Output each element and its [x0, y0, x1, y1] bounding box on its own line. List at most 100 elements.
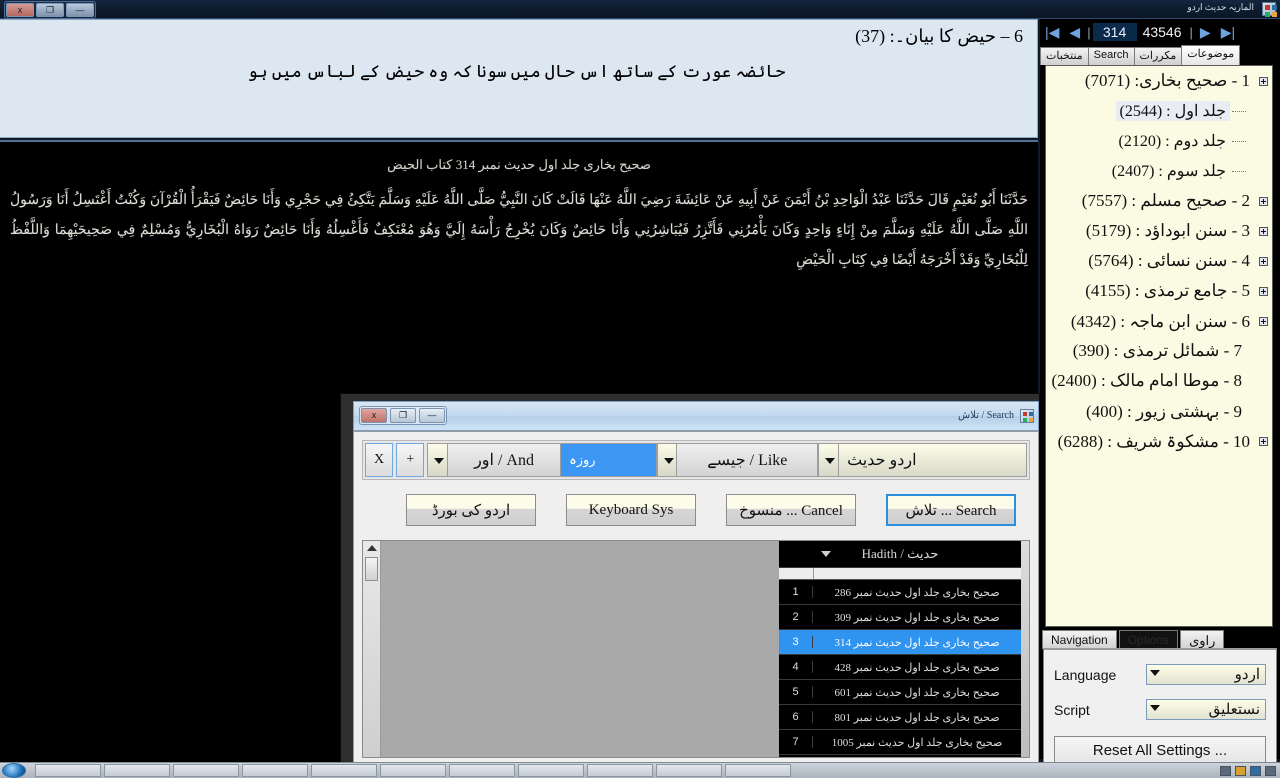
results-vertical-scrollbar[interactable]	[363, 541, 381, 757]
urdu-keyboard-button[interactable]: اردو کی بورڈ	[406, 494, 536, 526]
sort-arrow-icon[interactable]	[821, 551, 831, 557]
taskbar-item[interactable]	[380, 764, 446, 777]
language-select[interactable]: اردو	[1146, 664, 1266, 685]
sidebar-tab-muntakhabat[interactable]: منتخبات	[1040, 47, 1089, 65]
tree-item-label: 8 - موطا امام مالک : (2400)	[1051, 371, 1242, 390]
taskbar-item[interactable]	[173, 764, 239, 777]
tree-item-bukhari-vol2[interactable]: جلد دوم : (2120)	[1046, 126, 1272, 156]
dialog-close-button[interactable]: x	[361, 408, 387, 423]
minimize-button[interactable]: —	[66, 3, 94, 17]
reset-all-settings-button[interactable]: Reset All Settings ...	[1054, 736, 1266, 764]
scroll-up-icon[interactable]	[367, 545, 377, 551]
table-row[interactable]: صحیح بخاری جلد اول حدیث نمبر 309 2	[779, 605, 1021, 630]
tree-item-bukhari-vol3[interactable]: جلد سوم : (2407)	[1046, 156, 1272, 186]
results-header-label: حدیث / Hadith	[861, 546, 939, 561]
table-row[interactable]: صحیح بخاری جلد اول حدیث نمبر 428 4	[779, 655, 1021, 680]
table-row[interactable]: صحیح بخاری جلد اول حدیث نمبر 314 3	[779, 630, 1021, 655]
taskbar-item[interactable]	[311, 764, 377, 777]
tab-navigation[interactable]: Navigation	[1042, 630, 1117, 649]
tree-item-shamail-tirmidhi[interactable]: 7 - شمائل ترمذی : (390)	[1046, 336, 1272, 366]
expand-icon[interactable]	[1259, 226, 1268, 236]
sidebar: |◀ ◀ | 314 43546 | ▶ ▶| منتخبات Search م…	[1040, 19, 1280, 778]
sidebar-tab-mauzuaat[interactable]: موضوعات	[1181, 45, 1241, 65]
taskbar-item[interactable]	[35, 764, 101, 777]
tray-icon-misc[interactable]	[1265, 765, 1276, 776]
tree-item-bukhari[interactable]: 1 - صحیح بخاری: (7071)	[1046, 66, 1272, 96]
result-index: 2	[779, 611, 813, 623]
expand-icon[interactable]	[1259, 256, 1268, 266]
current-record-input[interactable]: 314	[1092, 23, 1137, 41]
taskbar-item[interactable]	[587, 764, 653, 777]
tree-item-tirmidhi[interactable]: 5 - جامع ترمذی : (4155)	[1046, 276, 1272, 306]
navigator-separator-right: |	[1189, 24, 1193, 40]
tree-item-nasai[interactable]: 4 - سنن نسائی : (5764)	[1046, 246, 1272, 276]
tree-item-bahishti-zewar[interactable]: 9 - بہشتی زیور : (400)	[1046, 396, 1272, 426]
tray-icon-warning[interactable]	[1235, 765, 1246, 776]
hadith-text-block: صحیح بخاری جلد اول حدیث نمبر 314 کتاب ال…	[0, 142, 1038, 276]
keyboard-sys-button[interactable]: Keyboard Sys	[566, 494, 696, 526]
tree-connector-icon	[1232, 140, 1246, 142]
operator-dropdown-arrow[interactable]	[427, 443, 448, 477]
tree-item-mishkat-shareef[interactable]: 10 - مشکوۃ شریف : (6288)	[1046, 426, 1272, 456]
match-value[interactable]: Like / جیسے	[677, 443, 819, 477]
sidebar-tab-search[interactable]: Search	[1087, 47, 1135, 65]
table-row[interactable]: صحیح بخاری جلد اول حدیث نمبر 801 6	[779, 705, 1021, 730]
taskbar-item[interactable]	[518, 764, 584, 777]
expand-icon[interactable]	[1259, 196, 1268, 206]
book-tree-list[interactable]: 1 - صحیح بخاری: (7071) جلد اول : (2544) …	[1045, 65, 1273, 627]
tree-item-bukhari-vol1[interactable]: جلد اول : (2544)	[1046, 96, 1272, 126]
previous-record-icon[interactable]: ◀	[1064, 24, 1085, 41]
taskbar-item[interactable]	[104, 764, 170, 777]
dialog-minimize-button[interactable]: —	[419, 408, 445, 423]
tree-item-muslim[interactable]: 2 - صحیح مسلم : (7557)	[1046, 186, 1272, 216]
tab-options[interactable]: Options	[1118, 630, 1179, 649]
result-text: صحیح بخاری جلد اول حدیث نمبر 801	[834, 711, 1000, 724]
table-row[interactable]: صحیح بخاری جلد اول حدیث نمبر 286 1	[779, 580, 1021, 605]
match-dropdown-arrow[interactable]	[656, 443, 678, 477]
chapter-heading: 6 – حیض کا بیان۔: (37)	[855, 26, 1023, 46]
cancel-button[interactable]: منسوخ ... Cancel	[726, 494, 856, 526]
tree-item-abudawud[interactable]: 3 - سنن ابوداؤد : (5179)	[1046, 216, 1272, 246]
next-record-icon[interactable]: ▶	[1195, 24, 1216, 41]
script-select[interactable]: نستعلیق	[1146, 699, 1266, 720]
tree-item-ibnmajah[interactable]: 6 - سنن ابن ماجہ : (4342)	[1046, 306, 1272, 336]
tab-rawi[interactable]: راوی	[1180, 630, 1225, 649]
restore-button[interactable]: ❐	[36, 3, 64, 17]
last-record-icon[interactable]: ▶|	[1216, 24, 1240, 41]
expand-icon[interactable]	[1259, 436, 1268, 446]
add-criterion-button[interactable]: +	[396, 443, 425, 477]
close-button[interactable]: x	[6, 3, 34, 17]
remove-criterion-button[interactable]: X	[365, 443, 394, 477]
start-button-icon[interactable]	[2, 763, 26, 778]
tree-item-muwatta-malik[interactable]: 8 - موطا امام مالک : (2400)	[1046, 366, 1272, 396]
taskbar-item[interactable]	[449, 764, 515, 777]
taskbar-item[interactable]	[656, 764, 722, 777]
filter-cell-text[interactable]	[813, 568, 1021, 579]
scrollbar-thumb[interactable]	[365, 557, 378, 581]
expand-icon[interactable]	[1259, 316, 1268, 326]
results-column-header[interactable]: حدیث / Hadith	[779, 541, 1021, 568]
sidebar-tab-mukarrarat[interactable]: مکررات	[1133, 47, 1183, 65]
dialog-restore-button[interactable]: ❐	[390, 408, 416, 423]
grid-empty-area	[381, 541, 779, 757]
first-record-icon[interactable]: |◀	[1040, 24, 1064, 41]
tree-item-label: 10 - مشکوۃ شریف : (6288)	[1057, 431, 1250, 451]
taskbar-item[interactable]	[725, 764, 791, 777]
operator-value[interactable]: And / اور	[447, 443, 562, 477]
tray-icon-network[interactable]	[1220, 765, 1231, 776]
expand-icon[interactable]	[1259, 76, 1268, 86]
expand-icon[interactable]	[1259, 286, 1268, 296]
language-value: اردو	[1234, 667, 1260, 683]
taskbar-item[interactable]	[242, 764, 308, 777]
results-filter-row[interactable]	[779, 568, 1021, 580]
table-row[interactable]: صحیح بخاری جلد اول حدیث نمبر 601 5	[779, 680, 1021, 705]
table-row[interactable]: صحیح بخاری جلد اول حدیث نمبر 1005 7	[779, 730, 1021, 755]
tray-icon-volume[interactable]	[1250, 765, 1261, 776]
filter-cell-number[interactable]	[779, 568, 813, 579]
search-button[interactable]: تلاش ... Search	[886, 494, 1016, 526]
search-term-input[interactable]: روزہ	[561, 443, 657, 477]
tree-item-label: 7 - شمائل ترمذی : (390)	[1072, 341, 1242, 360]
search-field-value[interactable]: اردو حدیث	[839, 443, 1028, 477]
navigator-separator-left: |	[1087, 24, 1091, 40]
field-dropdown-arrow[interactable]	[818, 443, 840, 477]
